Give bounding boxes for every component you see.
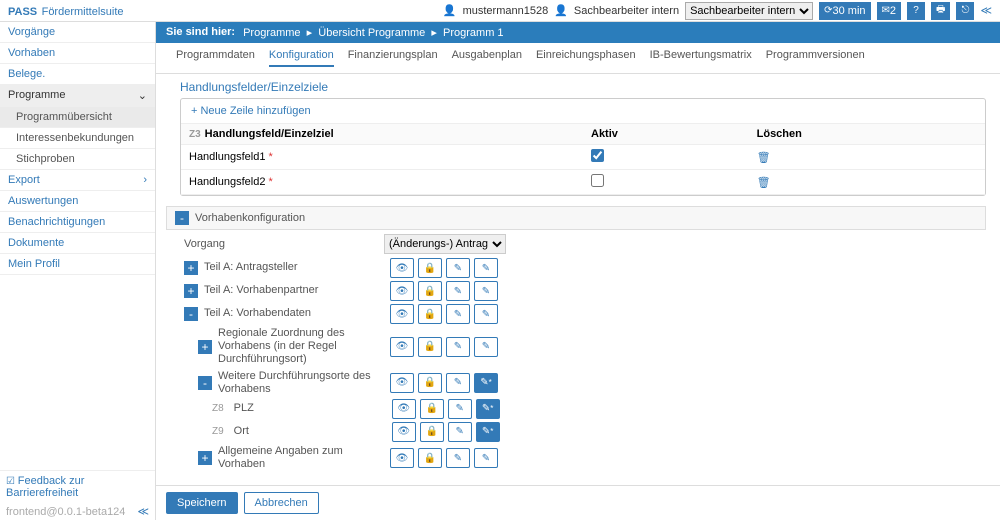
nav-group-programme[interactable]: Programme⌄ (0, 85, 155, 107)
nav-sub-1[interactable]: Interessenbekundungen (0, 128, 155, 149)
nav-Belege.[interactable]: Belege. (0, 64, 155, 85)
nav-Vorgänge[interactable]: Vorgänge (0, 22, 155, 43)
part-action-0[interactable]: 👁 (390, 304, 414, 324)
part-action-1[interactable]: 🔒 (420, 399, 444, 419)
part-action-3[interactable]: ✎ (476, 399, 500, 419)
part-action-2[interactable]: ✎ (446, 258, 470, 278)
version-label: frontend@0.0.1-beta124 (6, 506, 125, 518)
tab-0[interactable]: Programmdaten (176, 49, 255, 67)
tab-4[interactable]: Einreichungsphasen (536, 49, 636, 67)
nav-Export[interactable]: Export› (0, 170, 155, 191)
table-row: Handlungsfeld2 *🗑 (181, 170, 985, 195)
part-action-0[interactable]: 👁 (390, 448, 414, 468)
nav-sub-0[interactable]: Programmübersicht (0, 107, 155, 128)
part-label: Teil A: Vorhabendaten (204, 307, 384, 320)
table-row: Handlungsfeld1 *🗑 (181, 145, 985, 170)
bc-item[interactable]: Übersicht Programme (318, 27, 425, 39)
brand-logo: PASS Fördermittelsuite (8, 2, 124, 20)
hfields-title: Handlungsfelder/Einzelziele (180, 80, 328, 94)
nav-sub-2[interactable]: Stichproben (0, 149, 155, 170)
tab-2[interactable]: Finanzierungsplan (348, 49, 438, 67)
add-row-button[interactable]: + Neue Zeile hinzufügen (181, 99, 985, 124)
user-icon: 👤 (443, 4, 457, 17)
print-button[interactable]: 🖶 (931, 2, 950, 20)
save-button[interactable]: Speichern (166, 492, 238, 514)
nav-Auswertungen[interactable]: Auswertungen (0, 191, 155, 212)
nav-Dokumente[interactable]: Dokumente (0, 233, 155, 254)
part-action-1[interactable]: 🔒 (418, 337, 442, 357)
part-action-0[interactable]: 👁 (390, 337, 414, 357)
active-checkbox[interactable] (591, 174, 604, 187)
part-action-3[interactable]: ✎ (474, 304, 498, 324)
part-toggle[interactable]: + (184, 284, 198, 298)
part-action-2[interactable]: ✎ (446, 373, 470, 393)
part-action-0[interactable]: 👁 (390, 258, 414, 278)
tab-3[interactable]: Ausgabenplan (452, 49, 522, 67)
active-checkbox[interactable] (591, 149, 604, 162)
part-toggle[interactable]: + (198, 340, 212, 354)
part-action-3[interactable]: ✎ (474, 258, 498, 278)
part-label: Teil A: Vorhabenpartner (204, 284, 384, 297)
part-label: Teil A: Antragsteller (204, 261, 384, 274)
part-action-3[interactable]: ✎ (476, 422, 500, 442)
feedback-link[interactable]: ☑ Feedback zur Barrierefreiheit (0, 470, 155, 503)
part-action-0[interactable]: 👁 (390, 281, 414, 301)
part-action-1[interactable]: 🔒 (418, 304, 442, 324)
part-action-1[interactable]: 🔒 (418, 373, 442, 393)
part-label: Allgemeine Angaben zum Vorhaben (218, 445, 384, 471)
collapse-right-icon[interactable]: ≪ (980, 4, 992, 17)
part-label: Ort (234, 425, 386, 438)
part-action-0[interactable]: 👁 (390, 373, 414, 393)
part-action-3[interactable]: ✎ (474, 281, 498, 301)
bc-item[interactable]: Programme (243, 27, 300, 39)
part-action-3[interactable]: ✎ (474, 448, 498, 468)
logout-button[interactable]: ⎋ (956, 2, 974, 20)
timer-button[interactable]: ⟳ 30 min (819, 2, 870, 20)
part-toggle[interactable]: + (198, 451, 212, 465)
part-toggle[interactable]: - (198, 376, 212, 390)
part-action-1[interactable]: 🔒 (418, 281, 442, 301)
part-action-2[interactable]: ✎ (448, 422, 472, 442)
delete-icon[interactable]: 🗑 (757, 177, 771, 189)
part-action-2[interactable]: ✎ (446, 448, 470, 468)
part-action-2[interactable]: ✎ (446, 337, 470, 357)
part-action-0[interactable]: 👁 (392, 422, 416, 442)
part-action-2[interactable]: ✎ (446, 304, 470, 324)
nav-Vorhaben[interactable]: Vorhaben (0, 43, 155, 64)
vorgang-select[interactable]: (Änderungs-) Antrag (384, 234, 506, 254)
bc-item[interactable]: Programm 1 (443, 27, 504, 39)
part-action-3[interactable]: ✎ (474, 373, 498, 393)
role-icon: 👤 (554, 4, 568, 17)
mail-button[interactable]: ✉ 2 (877, 2, 902, 20)
collapse-sidebar-icon[interactable]: ≪ (137, 505, 149, 518)
nav-Mein Profil[interactable]: Mein Profil (0, 254, 155, 275)
part-label: Regionale Zuordnung des Vorhabens (in de… (218, 327, 384, 367)
part-action-2[interactable]: ✎ (448, 399, 472, 419)
vcfg-title: Vorhabenkonfiguration (195, 212, 305, 224)
role-select[interactable]: Sachbearbeiter intern (685, 2, 813, 20)
vcfg-toggle[interactable]: - (175, 211, 189, 225)
part-toggle[interactable]: - (184, 307, 198, 321)
help-button[interactable]: ? (907, 2, 925, 20)
tab-6[interactable]: Programmversionen (766, 49, 865, 67)
tab-5[interactable]: IB-Bewertungsmatrix (650, 49, 752, 67)
part-action-2[interactable]: ✎ (446, 281, 470, 301)
part-action-1[interactable]: 🔒 (418, 258, 442, 278)
delete-icon[interactable]: 🗑 (757, 152, 771, 164)
part-label: Weitere Durchführungsorte des Vorhabens (218, 370, 384, 396)
user-role: Sachbearbeiter intern (574, 5, 679, 17)
user-name: mustermann1528 (463, 5, 549, 17)
cancel-button[interactable]: Abbrechen (244, 492, 319, 514)
nav-Benachrichtigungen[interactable]: Benachrichtigungen (0, 212, 155, 233)
part-label: PLZ (234, 402, 386, 415)
vorgang-label: Vorgang (184, 238, 384, 250)
part-action-1[interactable]: 🔒 (420, 422, 444, 442)
part-action-3[interactable]: ✎ (474, 337, 498, 357)
breadcrumb: Sie sind hier: Programme ▸ Übersicht Pro… (156, 22, 1000, 43)
part-toggle[interactable]: + (184, 261, 198, 275)
part-action-1[interactable]: 🔒 (418, 448, 442, 468)
part-action-0[interactable]: 👁 (392, 399, 416, 419)
tab-1[interactable]: Konfiguration (269, 49, 334, 67)
